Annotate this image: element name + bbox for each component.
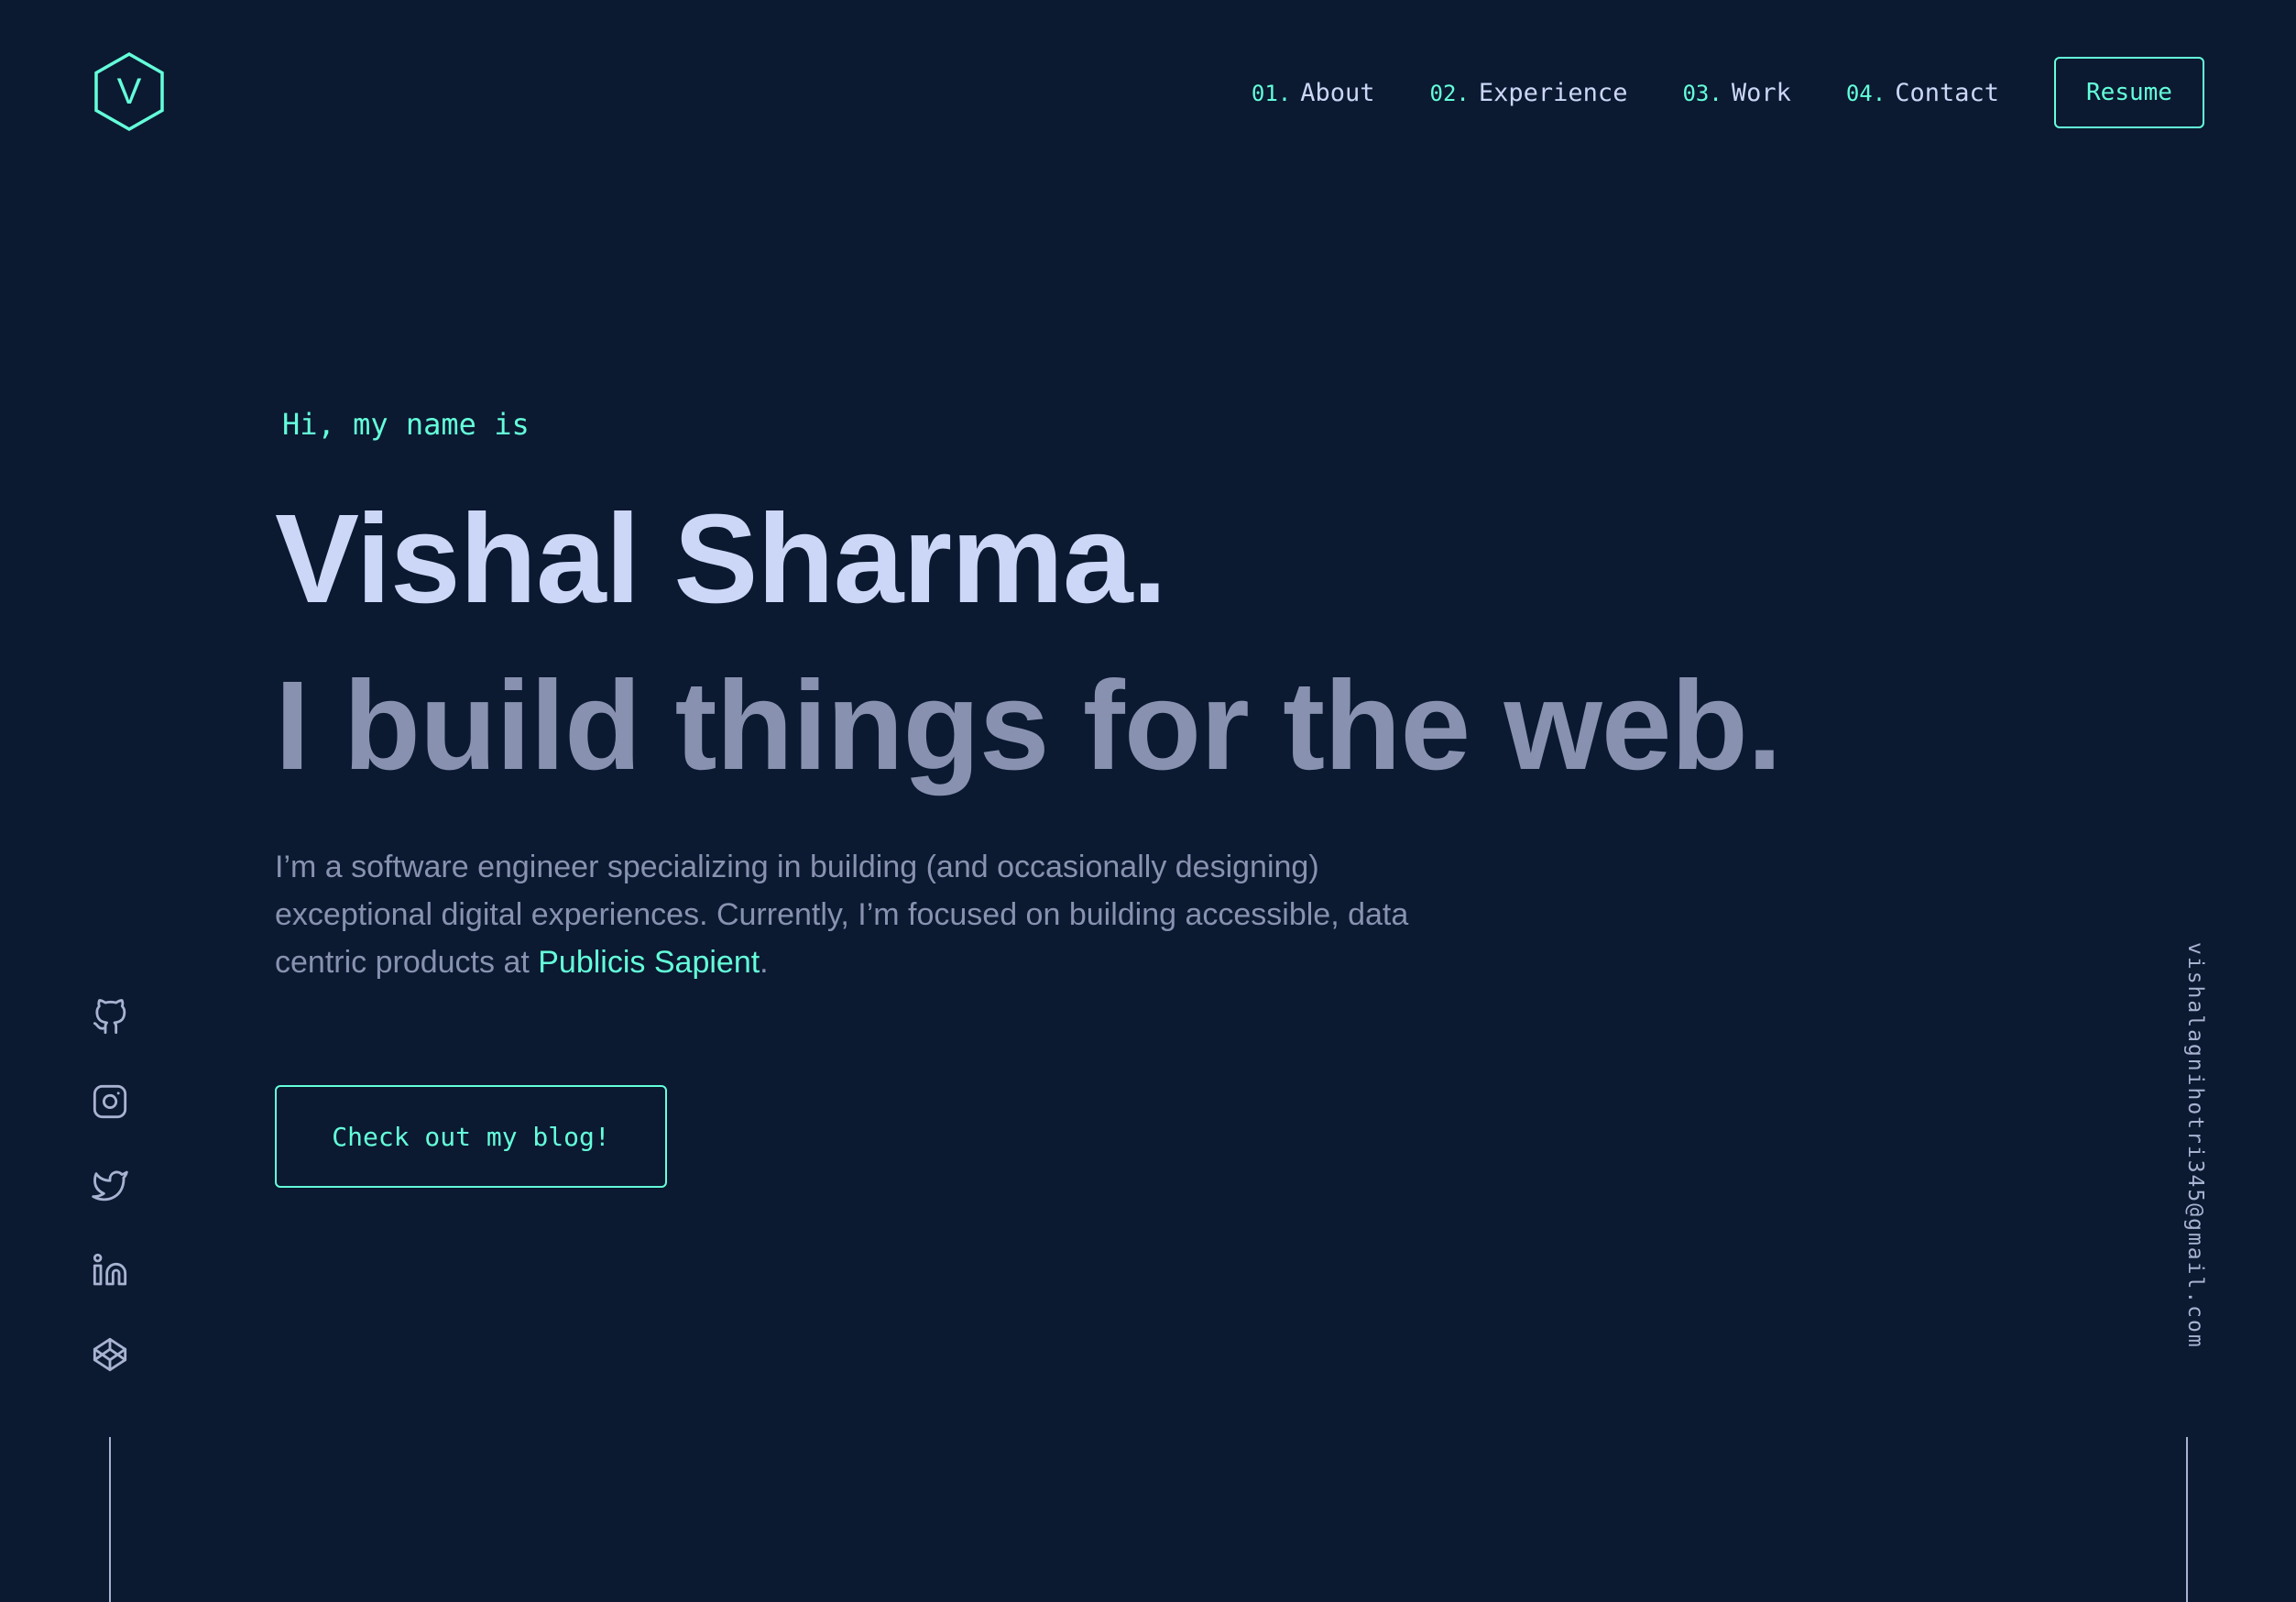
nav-item-contact[interactable]: 04. Contact [1846, 79, 1999, 107]
nav-item-label: About [1300, 78, 1375, 107]
logo-letter: V [117, 71, 142, 112]
twitter-icon [92, 1170, 128, 1202]
blog-button[interactable]: Check out my blog! [275, 1085, 667, 1188]
github-link[interactable] [90, 997, 130, 1037]
right-rail-line [2186, 1437, 2188, 1602]
nav-item-number: 03. [1682, 80, 1722, 106]
nav-item-label: Work [1731, 78, 1791, 107]
github-icon [93, 999, 126, 1035]
nav-item-about[interactable]: 01. About [1252, 79, 1375, 107]
linkedin-icon [93, 1253, 127, 1286]
codepen-link[interactable] [90, 1334, 130, 1375]
hexagon-logo-icon: V [94, 51, 164, 132]
hero-name: Vishal Sharma. [275, 488, 1167, 630]
twitter-link[interactable] [90, 1166, 130, 1206]
nav-item-number: 02. [1429, 80, 1470, 106]
main-nav: 01. About 02. Experience 03. Work 04. Co… [1252, 57, 2204, 128]
instagram-link[interactable] [90, 1081, 130, 1122]
hero-greeting: Hi, my name is [282, 407, 530, 442]
resume-button[interactable]: Resume [2054, 57, 2204, 128]
linkedin-link[interactable] [90, 1250, 130, 1290]
hero-bio: I’m a software engineer specializing in … [275, 843, 1466, 986]
email-link[interactable]: vishalagnihotri345@gmail.com [2183, 942, 2207, 1349]
social-links [90, 997, 130, 1419]
hero-tagline: I build things for the web. [275, 655, 1782, 796]
instagram-icon [93, 1084, 127, 1119]
bio-text: I’m a software engineer specializing in … [275, 850, 1409, 980]
codepen-icon [93, 1337, 127, 1372]
nav-item-number: 01. [1251, 80, 1292, 106]
nav-item-work[interactable]: 03. Work [1682, 79, 1790, 107]
logo[interactable]: V [92, 51, 167, 132]
nav-item-label: Contact [1895, 78, 1999, 107]
left-rail-line [109, 1437, 111, 1602]
nav-item-label: Experience [1478, 78, 1628, 107]
nav-item-number: 04. [1845, 80, 1886, 106]
company-link[interactable]: Publicis Sapient [538, 945, 760, 980]
nav-item-experience[interactable]: 02. Experience [1430, 79, 1628, 107]
bio-text-end: . [760, 945, 769, 980]
